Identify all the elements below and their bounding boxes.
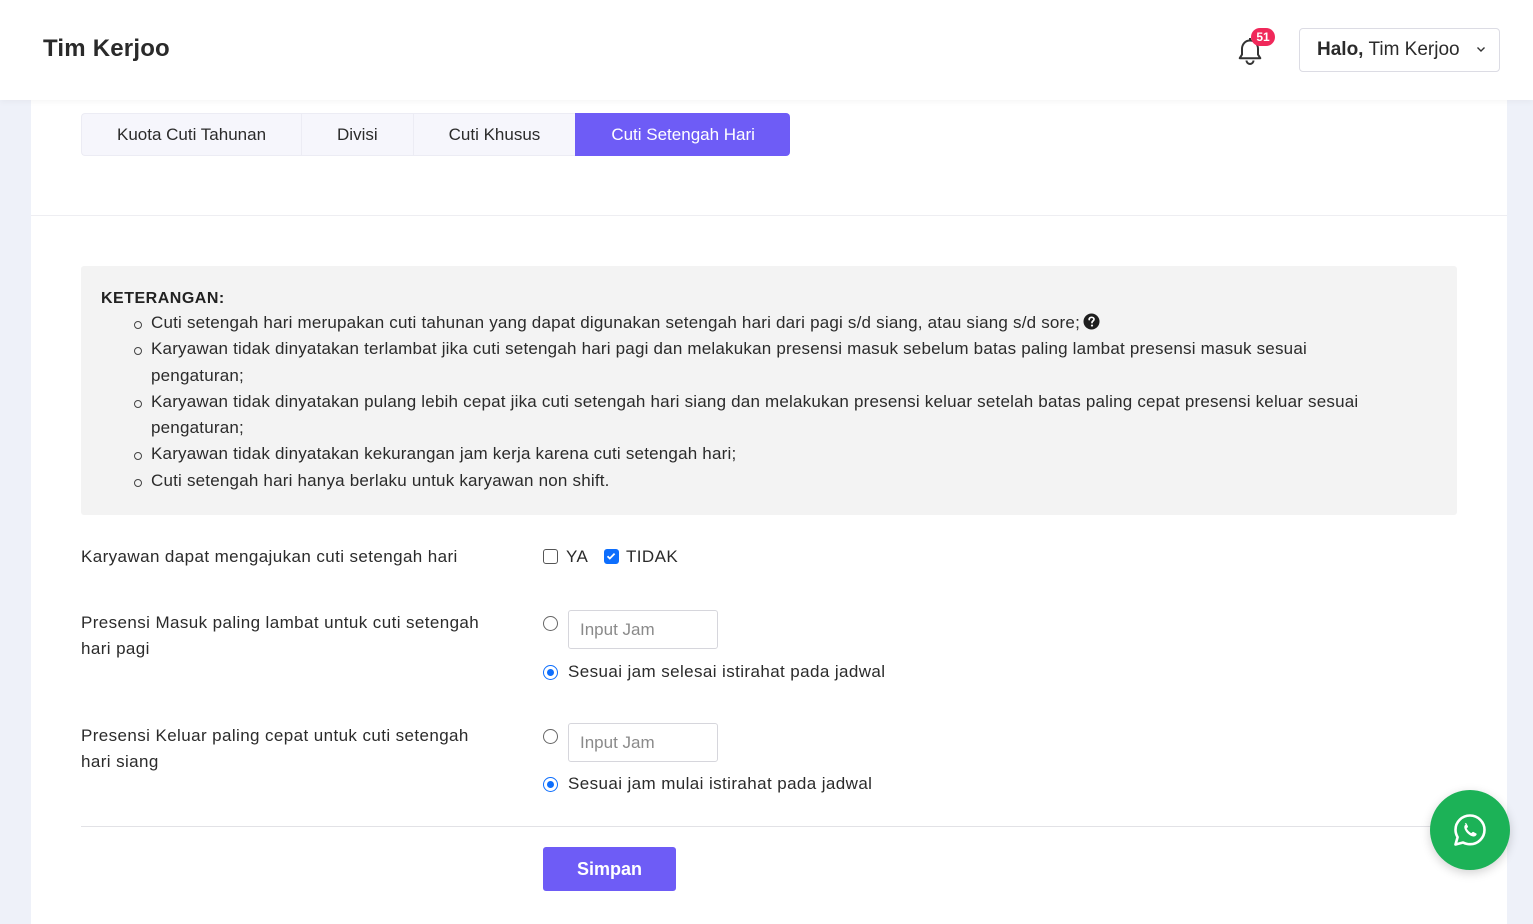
question-circle-icon[interactable] — [1083, 312, 1100, 330]
checkin-custom-radio[interactable] — [543, 616, 558, 631]
user-name: Tim Kerjoo — [1368, 39, 1460, 60]
settings-card: Kuota Cuti Tahunan Divisi Cuti Khusus Cu… — [31, 100, 1507, 924]
form-divider — [81, 826, 1457, 827]
info-item: Karyawan tidak dinyatakan kekurangan jam… — [131, 441, 1401, 467]
greeting-label: Halo, — [1317, 39, 1364, 60]
option-ya-label[interactable]: YA — [566, 547, 588, 567]
tab-divisi[interactable]: Divisi — [301, 113, 413, 156]
checkout-label: Presensi Keluar paling cepat untuk cuti … — [81, 726, 469, 771]
chevron-down-icon — [1477, 47, 1485, 52]
checkout-custom-radio[interactable] — [543, 729, 558, 744]
info-item: Cuti setengah hari merupakan cuti tahuna… — [131, 310, 1401, 336]
info-item: Cuti setengah hari hanya berlaku untuk k… — [131, 468, 1401, 494]
top-navbar: Tim Kerjoo 51 Halo, Tim Kerjoo — [0, 0, 1533, 100]
tab-kuota-cuti-tahunan[interactable]: Kuota Cuti Tahunan — [81, 113, 302, 156]
whatsapp-icon — [1454, 814, 1486, 846]
info-item: Karyawan tidak dinyatakan pulang lebih c… — [131, 389, 1401, 442]
whatsapp-chat-button[interactable] — [1430, 790, 1510, 870]
user-menu-dropdown[interactable]: Halo, Tim Kerjoo — [1299, 28, 1500, 72]
tab-cuti-khusus[interactable]: Cuti Khusus — [412, 113, 576, 156]
save-button[interactable]: Simpan — [543, 847, 676, 891]
info-panel: KETERANGAN: Cuti setengah hari merupakan… — [81, 266, 1457, 515]
checkin-schedule-radio[interactable] — [543, 665, 558, 680]
tab-cuti-setengah-hari[interactable]: Cuti Setengah Hari — [575, 113, 790, 156]
divider — [31, 215, 1507, 216]
allow-half-day-label: Karyawan dapat mengajukan cuti setengah … — [81, 547, 458, 566]
tab-bar: Kuota Cuti Tahunan Divisi Cuti Khusus Cu… — [81, 113, 790, 156]
checkout-schedule-radio[interactable] — [543, 777, 558, 792]
checkout-time-input[interactable] — [568, 723, 718, 762]
check-icon — [606, 552, 616, 560]
option-ya-checkbox[interactable] — [543, 549, 558, 564]
notification-badge: 51 — [1251, 28, 1275, 46]
checkout-schedule-label[interactable]: Sesuai jam mulai istirahat pada jadwal — [568, 774, 872, 794]
brand-title: Tim Kerjoo — [43, 35, 170, 62]
option-tidak-label[interactable]: TIDAK — [626, 547, 678, 567]
info-item: Karyawan tidak dinyatakan terlambat jika… — [131, 336, 1401, 389]
checkin-time-input[interactable] — [568, 610, 718, 649]
checkin-schedule-label[interactable]: Sesuai jam selesai istirahat pada jadwal — [568, 662, 885, 682]
option-tidak-checkbox[interactable] — [604, 549, 619, 564]
info-title: KETERANGAN: — [101, 290, 225, 307]
info-list: Cuti setengah hari merupakan cuti tahuna… — [131, 310, 1401, 494]
checkin-label: Presensi Masuk paling lambat untuk cuti … — [81, 613, 480, 658]
